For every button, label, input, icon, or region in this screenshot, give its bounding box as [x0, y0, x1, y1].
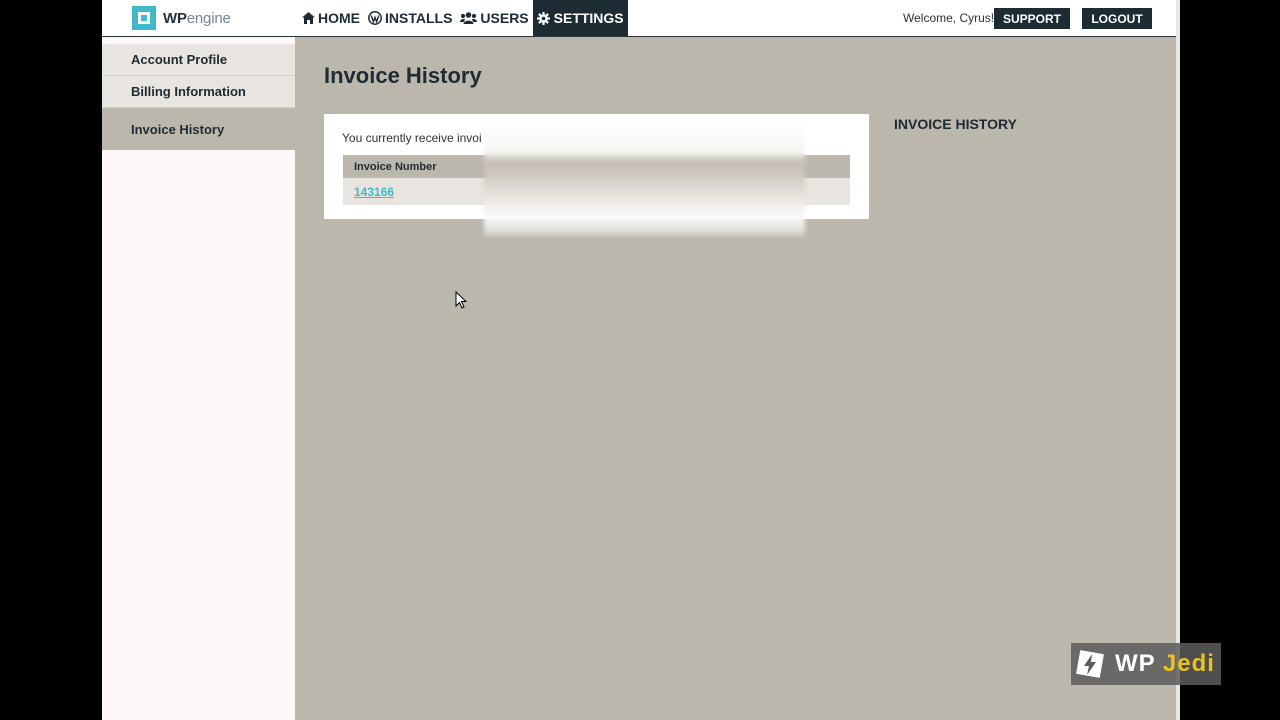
nav-users[interactable]: USERS — [456, 0, 532, 36]
invoice-history-heading: INVOICE HISTORY — [894, 116, 1017, 132]
home-icon — [301, 11, 315, 25]
wpengine-logo-icon — [132, 6, 156, 30]
sidebar-item-billing-information[interactable]: Billing Information — [102, 76, 295, 108]
support-button[interactable]: SUPPORT — [994, 8, 1070, 29]
page-title: Invoice History — [324, 63, 482, 88]
wp-jedi-watermark: WP Jedi — [1071, 643, 1221, 685]
logo-text: WPengine — [163, 9, 231, 27]
column-header-invoice-number: Invoice Number — [354, 160, 437, 173]
top-bar: WPengine HOME INSTALLS USERS SETTINGS We… — [102, 0, 1176, 37]
invoice-intro-text: You currently receive invoi — [342, 131, 482, 145]
lightning-badge-icon — [1075, 649, 1105, 679]
wordpress-icon — [368, 11, 382, 25]
nav-installs-label: INSTALLS — [385, 10, 453, 26]
nav-installs[interactable]: INSTALLS — [364, 0, 456, 36]
sidebar-item-account-profile[interactable]: Account Profile — [102, 44, 295, 76]
sidebar-item-invoice-history[interactable]: Invoice History — [102, 108, 295, 150]
logout-button[interactable]: LOGOUT — [1082, 8, 1152, 29]
welcome-text: Welcome, Cyrus! — [903, 11, 995, 25]
wpengine-logo[interactable]: WPengine — [132, 6, 231, 30]
browser-viewport: WPengine HOME INSTALLS USERS SETTINGS We… — [102, 0, 1176, 720]
mouse-cursor-icon — [455, 290, 468, 314]
nav-settings-label: SETTINGS — [553, 10, 624, 26]
redacted-blur-overlay — [484, 118, 805, 236]
invoice-number-link[interactable]: 143166 — [354, 185, 394, 199]
settings-sidebar: Account Profile Billing Information Invo… — [102, 37, 295, 720]
window-edge — [1176, 0, 1180, 720]
gear-icon — [537, 11, 551, 25]
watermark-text: WP Jedi — [1115, 650, 1215, 677]
nav-home-label: HOME — [318, 10, 360, 26]
users-icon — [460, 11, 478, 25]
nav-settings[interactable]: SETTINGS — [532, 0, 628, 36]
nav-home[interactable]: HOME — [297, 0, 364, 36]
main-nav: HOME INSTALLS USERS SETTINGS — [297, 0, 628, 36]
nav-users-label: USERS — [480, 10, 529, 26]
